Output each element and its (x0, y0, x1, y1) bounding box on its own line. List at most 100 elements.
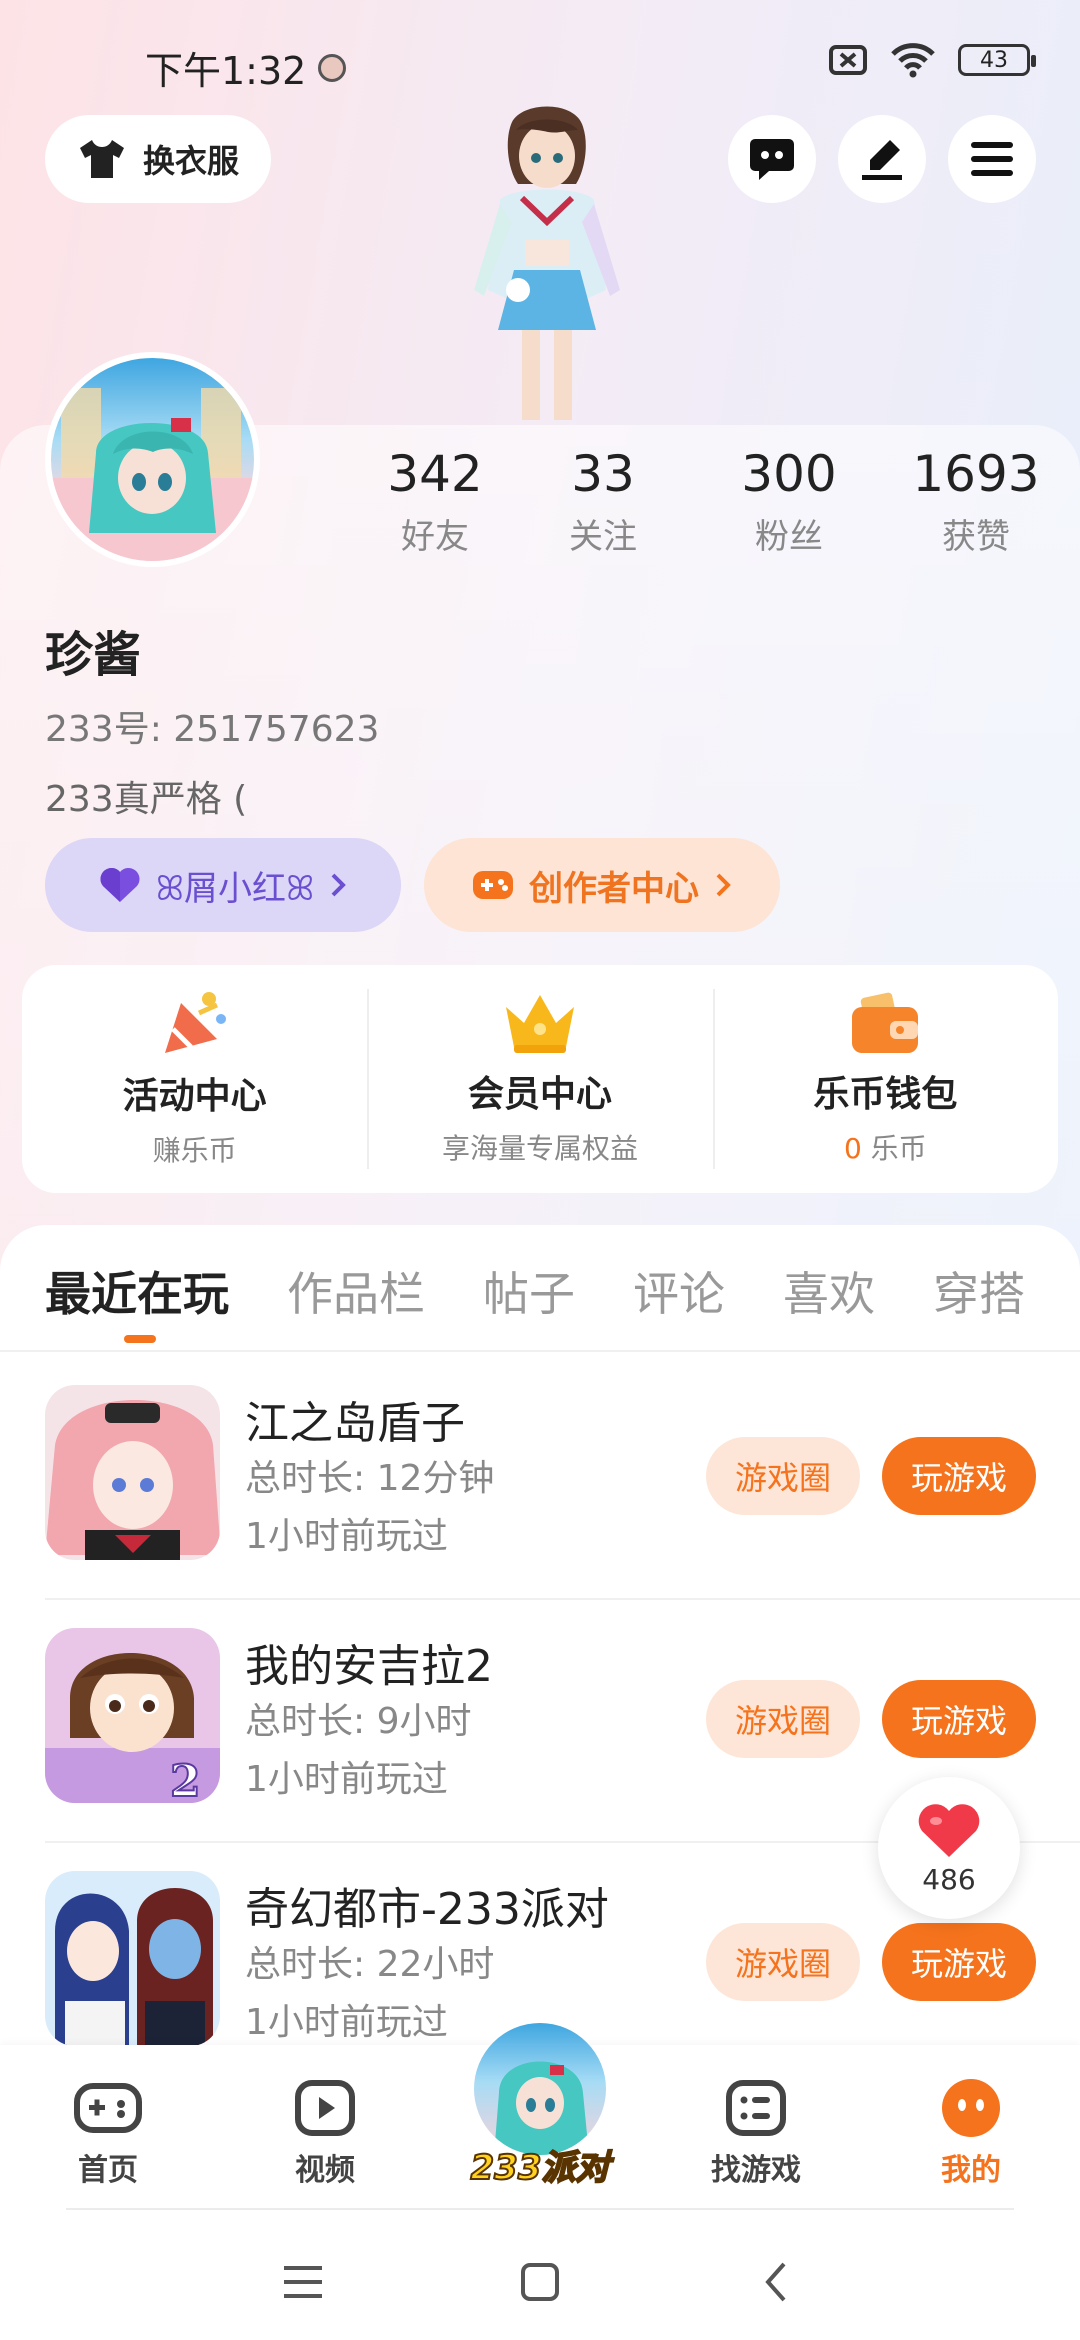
nav-home[interactable]: 首页 (33, 2075, 183, 2189)
stat-fans[interactable]: 300 粉丝 (704, 445, 874, 558)
heart-icon (100, 867, 140, 902)
profile-avatar[interactable] (45, 352, 260, 567)
home-square-icon[interactable] (520, 2262, 560, 2302)
wifi-icon (891, 43, 935, 78)
relation-badge-button[interactable]: ꕤ屑小红ꕤ (45, 838, 401, 932)
nav-video-label: 视频 (295, 2153, 355, 2188)
pen-icon (862, 140, 902, 180)
game-icon (45, 1385, 220, 1560)
menu-button[interactable] (948, 115, 1036, 203)
sim-off-icon (829, 45, 867, 75)
chevron-right-icon (716, 873, 731, 897)
message-button[interactable] (728, 115, 816, 203)
user-id[interactable]: 233号: 251757623 (45, 700, 379, 752)
vip-center-sub: 享海量专属权益 (441, 1132, 638, 1165)
profile-face-icon (942, 2079, 1000, 2137)
tab-indicator (124, 1335, 156, 1343)
game-name: 奇幻都市-233派对 (245, 1884, 609, 1935)
party-avatar-image (494, 2061, 589, 2155)
battery-level: 43 (980, 47, 1008, 73)
game-thumbnail: 2 (45, 1628, 220, 1803)
tabs-divider (0, 1350, 1080, 1352)
user-bio: 233真严格 ( (45, 779, 248, 820)
stat-fans-label: 粉丝 (755, 517, 823, 557)
quick-entry-card: 活动中心 赚乐币 会员中心 享海量专属权益 乐币钱包 0 乐币 (22, 965, 1058, 1193)
stat-fans-value: 300 (741, 445, 837, 503)
heart-icon (918, 1803, 980, 1857)
game-duration: 总时长: 9小时 (245, 1701, 472, 1742)
tab-posts[interactable]: 帖子 (483, 1258, 575, 1324)
nav-mine[interactable]: 我的 (896, 2075, 1046, 2189)
tab-comments[interactable]: 评论 (633, 1258, 725, 1324)
stat-following-value: 33 (571, 445, 635, 503)
avatar-3d-figure[interactable] (430, 100, 660, 425)
game-circle-button[interactable]: 游戏圈 (706, 1437, 860, 1515)
stat-friends-label: 好友 (401, 517, 469, 557)
content-tabs: 最近在玩 作品栏 帖子 评论 喜欢 穿搭 (45, 1258, 1025, 1324)
nav-mine-label: 我的 (941, 2153, 1001, 2188)
game-name: 我的安吉拉2 (245, 1641, 493, 1692)
nav-video[interactable]: 视频 (250, 2075, 400, 2189)
tab-recent-played[interactable]: 最近在玩 (45, 1258, 229, 1324)
system-nav-bar (0, 2210, 1080, 2340)
stat-likes-value: 1693 (912, 445, 1040, 503)
change-outfit-label: 换衣服 (142, 142, 239, 180)
tab-outfits[interactable]: 穿搭 (933, 1258, 1025, 1324)
status-bar-time: 下午1:32 (145, 40, 347, 95)
activity-center-entry[interactable]: 活动中心 赚乐币 (22, 965, 367, 1193)
list-icon (726, 2080, 786, 2136)
video-play-icon (295, 2080, 355, 2136)
wallet-unit: 乐币 (870, 1132, 927, 1165)
game-thumbnail (45, 1385, 220, 1560)
game-icon: 2 (45, 1628, 220, 1803)
nav-find-games-label: 找游戏 (711, 2153, 801, 2188)
nav-party-label[interactable]: 233派对 (455, 2140, 625, 2189)
game-last-played: 1小时前玩过 (245, 1516, 448, 1557)
creator-center-button[interactable]: 创作者中心 (424, 838, 780, 932)
change-outfit-button[interactable]: 换衣服 (45, 115, 271, 203)
game-last-played: 1小时前玩过 (245, 1759, 448, 1800)
edit-profile-button[interactable] (838, 115, 926, 203)
avatar-image (51, 388, 254, 561)
chat-icon (750, 139, 794, 180)
creator-center-label: 创作者中心 (529, 868, 699, 909)
gamepad-icon (473, 871, 513, 899)
tab-works[interactable]: 作品栏 (287, 1258, 425, 1324)
notification-avatar-icon (318, 53, 347, 82)
game-thumbnail (45, 1871, 220, 2046)
stat-friends[interactable]: 342 好友 (350, 445, 520, 558)
play-game-button[interactable]: 玩游戏 (882, 1680, 1036, 1758)
stat-likes[interactable]: 1693 获赞 (891, 445, 1061, 558)
wallet-sub: 0 乐币 (844, 1127, 927, 1167)
party-tab-avatar[interactable] (474, 2023, 606, 2155)
wallet-title: 乐币钱包 (813, 1074, 958, 1115)
game-circle-button[interactable]: 游戏圈 (706, 1923, 860, 2001)
hamburger-menu-icon (971, 142, 1013, 176)
tab-likes[interactable]: 喜欢 (783, 1258, 875, 1324)
recent-apps-icon[interactable] (282, 2264, 324, 2300)
vip-center-title: 会员中心 (467, 1074, 612, 1115)
shirt-icon (79, 140, 124, 178)
play-game-button[interactable]: 玩游戏 (882, 1923, 1036, 2001)
vip-center-entry[interactable]: 会员中心 享海量专属权益 (367, 965, 712, 1193)
gamepad-icon (74, 2083, 142, 2133)
stat-friends-value: 342 (387, 445, 483, 503)
party-popper-icon (164, 992, 226, 1053)
clock-text: 下午1:32 (145, 49, 307, 93)
like-floating-button[interactable]: 486 (878, 1777, 1020, 1919)
game-circle-button[interactable]: 游戏圈 (706, 1680, 860, 1758)
wallet-entry[interactable]: 乐币钱包 0 乐币 (712, 965, 1058, 1193)
wallet-icon (852, 992, 919, 1053)
battery-icon: 43 (958, 44, 1036, 76)
game-icon (45, 1871, 220, 2046)
status-bar-icons: 43 (828, 42, 1036, 78)
wallet-balance: 0 (843, 1132, 862, 1165)
play-game-button[interactable]: 玩游戏 (882, 1437, 1036, 1515)
stat-following-label: 关注 (569, 517, 637, 557)
activity-center-sub: 赚乐币 (152, 1134, 237, 1167)
nav-find-games[interactable]: 找游戏 (681, 2075, 831, 2189)
game-row[interactable]: 江之岛盾子 总时长: 12分钟 1小时前玩过 游戏圈 玩游戏 (0, 1357, 1080, 1600)
svg-text:2: 2 (170, 1756, 201, 1803)
back-chevron-icon[interactable] (762, 2260, 790, 2304)
stat-following[interactable]: 33 关注 (518, 445, 688, 558)
